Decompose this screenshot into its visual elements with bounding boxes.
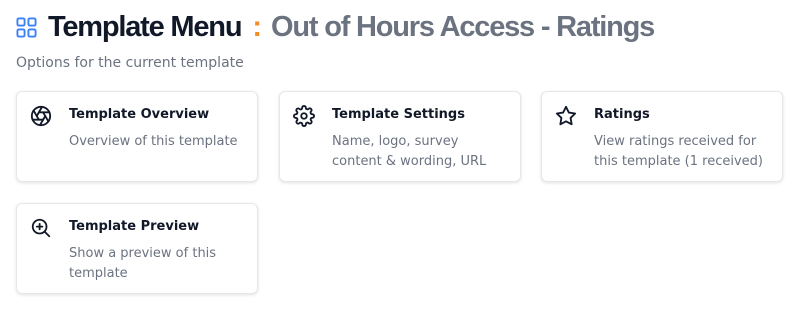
ratings-card[interactable]: Ratings View ratings received for this t… <box>541 91 783 182</box>
template-preview-card[interactable]: Template Preview Show a preview of this … <box>16 203 258 294</box>
card-description: Overview of this template <box>69 134 238 149</box>
grid-icon <box>16 16 37 38</box>
card-description: Show a preview of this template <box>69 246 217 281</box>
template-name: Out of Hours Access - Ratings <box>271 10 655 43</box>
template-settings-card[interactable]: Template Settings Name, logo, survey con… <box>279 91 521 182</box>
page-title: Template Menu <box>48 10 243 43</box>
card-title: Template Overview <box>69 107 210 122</box>
card-title: Ratings <box>594 107 650 122</box>
card-description: View ratings received for this template … <box>594 134 763 169</box>
star-icon <box>555 105 577 126</box>
template-overview-card[interactable]: Template Overview Overview of this templ… <box>16 91 258 182</box>
page-header: Template Menu : Out of Hours Access - Ra… <box>16 8 655 46</box>
aperture-icon <box>30 105 52 127</box>
card-title: Template Preview <box>69 219 200 234</box>
card-title: Template Settings <box>332 107 465 122</box>
zoom-in-icon <box>31 218 51 238</box>
card-description: Name, logo, survey content & wording, UR… <box>332 134 487 169</box>
gear-icon <box>293 105 315 127</box>
title-separator: : <box>252 10 263 43</box>
page-description: Options for the current template <box>16 55 244 71</box>
